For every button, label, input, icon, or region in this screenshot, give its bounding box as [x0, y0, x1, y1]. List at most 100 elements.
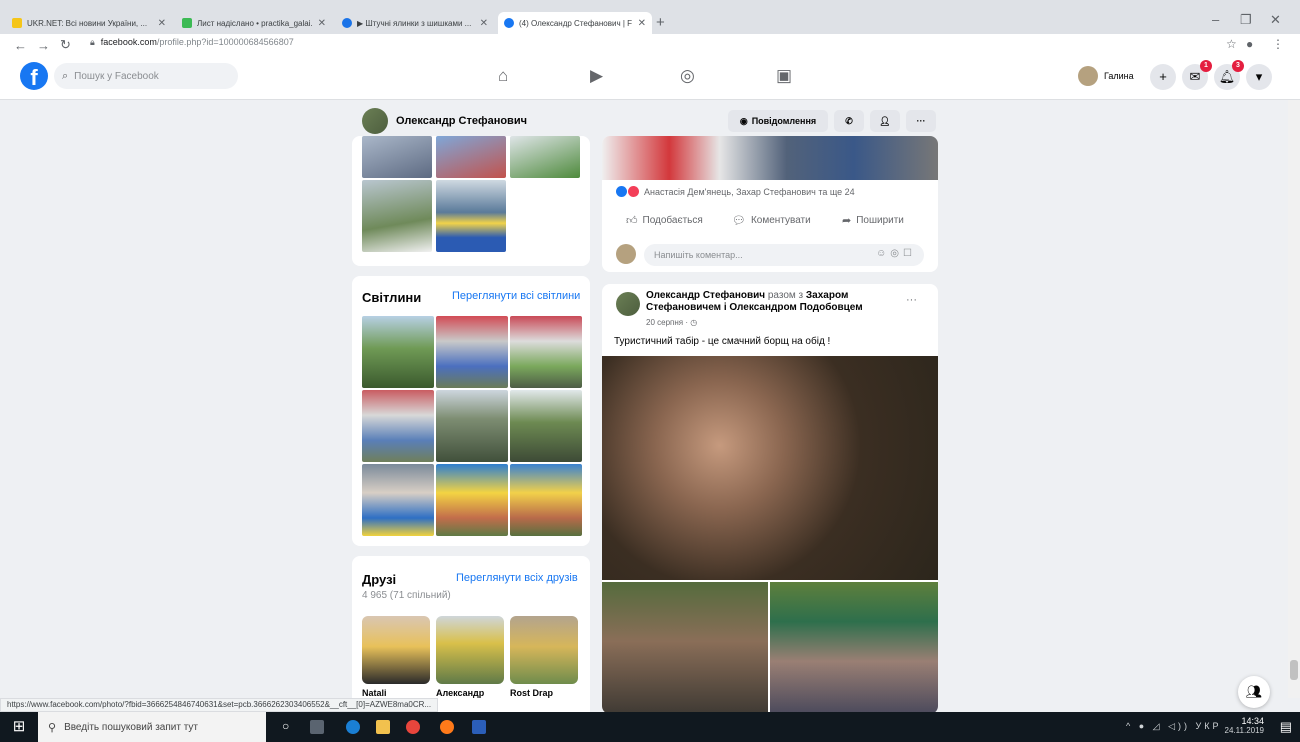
- create-plus-button[interactable]: +: [1150, 64, 1176, 90]
- post-main-photo[interactable]: [602, 356, 938, 580]
- browser-tab-bar: UKR.NET: Всі новини України, ... ✕ Лист …: [0, 0, 1300, 34]
- more-icon: ···: [916, 116, 926, 126]
- post-date[interactable]: 20 серпня · ◷: [646, 318, 697, 327]
- comment-input[interactable]: Напишіть коментар... ☺◎☐: [644, 244, 924, 266]
- friend-name[interactable]: Natali: [362, 688, 387, 698]
- photo-thumbnail[interactable]: [436, 180, 506, 252]
- close-tab-icon[interactable]: ✕: [480, 18, 488, 29]
- widget-icon[interactable]: [310, 720, 324, 734]
- photo-thumbnail[interactable]: [510, 136, 580, 178]
- profile-name[interactable]: Олександр Стефанович: [396, 115, 527, 127]
- comment-tools-icon[interactable]: ☺◎☐: [876, 248, 916, 259]
- call-button[interactable]: ✆: [834, 110, 864, 132]
- photo-thumbnail[interactable]: [362, 464, 434, 536]
- back-arrow-icon[interactable]: ←: [14, 38, 27, 53]
- gaming-icon[interactable]: ▣: [776, 66, 792, 86]
- photo-thumbnail[interactable]: [362, 180, 432, 252]
- facebook-favicon-icon: [504, 18, 514, 28]
- more-options-button[interactable]: ···: [906, 110, 936, 132]
- photo-thumbnail[interactable]: [362, 136, 432, 178]
- browser-tab-active[interactable]: (4) Олександр Стефанович | Fa... ✕: [498, 12, 652, 34]
- friends-status-button[interactable]: 👤︎: [870, 110, 900, 132]
- reload-icon[interactable]: ↻: [60, 37, 71, 53]
- new-message-button[interactable]: 👥︎: [1238, 676, 1270, 708]
- browser-tab[interactable]: Лист надіслано • practika_galai... ✕: [176, 12, 332, 34]
- reactions-summary[interactable]: Анастасія Дем'янець, Захар Стефанович та…: [616, 186, 855, 197]
- system-tray-icons[interactable]: ^ ● ◿ ◁)) УКР: [1126, 721, 1221, 732]
- chrome-icon[interactable]: [406, 720, 420, 734]
- message-button[interactable]: ◉ Повідомлення: [728, 110, 828, 132]
- messenger-badge: 1: [1200, 60, 1212, 72]
- facebook-logo-icon[interactable]: f: [20, 62, 48, 90]
- word-icon[interactable]: [472, 720, 486, 734]
- url-field[interactable]: 🔒︎ facebook.com/profile.php?id=1000006845…: [90, 37, 294, 48]
- messenger-icon: ✉: [1189, 69, 1201, 84]
- close-tab-icon[interactable]: ✕: [158, 18, 166, 29]
- language-indicator[interactable]: УКР: [1196, 721, 1222, 731]
- see-all-friends-link[interactable]: Переглянути всіх друзів: [456, 572, 578, 584]
- groups-icon[interactable]: ◎: [680, 66, 695, 86]
- friend-photo[interactable]: [436, 616, 504, 684]
- see-all-photos-link[interactable]: Переглянути всі світлини: [452, 290, 580, 302]
- friend-name[interactable]: Александр: [436, 688, 484, 698]
- photo-thumbnail[interactable]: [436, 464, 508, 536]
- notification-center-icon[interactable]: ▤: [1280, 719, 1292, 735]
- bookmark-star-icon[interactable]: ☆: [1226, 37, 1237, 51]
- post-photo[interactable]: [602, 136, 938, 180]
- facebook-search-input[interactable]: ⌕ Пошук у Facebook: [54, 63, 238, 89]
- restore-icon[interactable]: ❐: [1240, 12, 1252, 28]
- browser-tab[interactable]: ▶ Штучні ялинки з шишками ... ✕: [336, 12, 494, 34]
- friend-photo[interactable]: [510, 616, 578, 684]
- new-tab-button[interactable]: +: [656, 14, 665, 31]
- post-photo[interactable]: [602, 582, 768, 712]
- clock[interactable]: 14:34 24.11.2019: [1225, 716, 1264, 736]
- share-button[interactable]: ➦ Поширити: [842, 214, 904, 227]
- photo-thumbnail[interactable]: [362, 390, 434, 462]
- link-status-bar: https://www.facebook.com/photo/?fbid=366…: [0, 698, 439, 712]
- photo-thumbnail[interactable]: [436, 316, 508, 388]
- post-more-icon[interactable]: ···: [906, 294, 917, 306]
- browser-tab[interactable]: UKR.NET: Всі новини України, ... ✕: [6, 12, 172, 34]
- edge-icon[interactable]: [346, 720, 360, 734]
- close-tab-icon[interactable]: ✕: [638, 18, 646, 29]
- friends-card: Друзі Переглянути всіх друзів 4 965 (71 …: [352, 556, 590, 712]
- friend-name[interactable]: Rost Drap: [510, 688, 553, 698]
- photo-thumbnail[interactable]: [436, 390, 508, 462]
- photo-thumbnail[interactable]: [510, 390, 582, 462]
- firefox-icon[interactable]: [440, 720, 454, 734]
- minimize-icon[interactable]: –: [1212, 12, 1219, 27]
- avatar: [1078, 66, 1098, 86]
- scrollbar[interactable]: [1288, 100, 1300, 698]
- photo-thumbnail[interactable]: [362, 316, 434, 388]
- sticky-profile-header: Олександр Стефанович ◉ Повідомлення ✆ 👤︎…: [352, 104, 942, 138]
- love-reaction-icon: [628, 186, 639, 197]
- profile-shortcut[interactable]: Галина: [1078, 66, 1134, 86]
- browser-menu-icon[interactable]: ⋮: [1272, 37, 1284, 51]
- close-tab-icon[interactable]: ✕: [318, 18, 326, 29]
- comment-button[interactable]: 💬︎ Коментувати: [732, 214, 811, 227]
- account-menu-button[interactable]: ▾: [1246, 64, 1272, 90]
- scrollbar-thumb[interactable]: [1290, 660, 1298, 680]
- task-view-icon[interactable]: ○: [282, 719, 289, 733]
- avatar[interactable]: [616, 292, 640, 316]
- post-author[interactable]: Олександр Стефанович: [646, 290, 765, 301]
- photo-thumbnail[interactable]: [510, 316, 582, 388]
- photo-thumbnail[interactable]: [510, 464, 582, 536]
- windows-start-icon[interactable]: ⊞: [0, 712, 38, 742]
- watch-icon[interactable]: ▶: [590, 66, 603, 86]
- forward-arrow-icon[interactable]: →: [37, 38, 50, 53]
- notifications-badge: 3: [1232, 60, 1244, 72]
- close-window-icon[interactable]: ✕: [1270, 12, 1281, 28]
- like-button[interactable]: 👍︎ Подобається: [626, 214, 703, 227]
- avatar[interactable]: [362, 108, 388, 134]
- post-photo[interactable]: [770, 582, 938, 712]
- file-explorer-icon[interactable]: [376, 720, 390, 734]
- home-icon[interactable]: ⌂: [498, 66, 508, 86]
- account-icon[interactable]: ●: [1246, 37, 1253, 51]
- contacts-icon: 👥︎: [1245, 684, 1263, 699]
- taskbar-search-input[interactable]: ⚲ Введіть пошуковий запит тут: [38, 712, 266, 742]
- friend-photo[interactable]: [362, 616, 430, 684]
- photo-thumbnail[interactable]: [436, 136, 506, 178]
- notifications-button[interactable]: 🔔︎ 3: [1214, 60, 1244, 90]
- messenger-button[interactable]: ✉ 1: [1182, 60, 1212, 90]
